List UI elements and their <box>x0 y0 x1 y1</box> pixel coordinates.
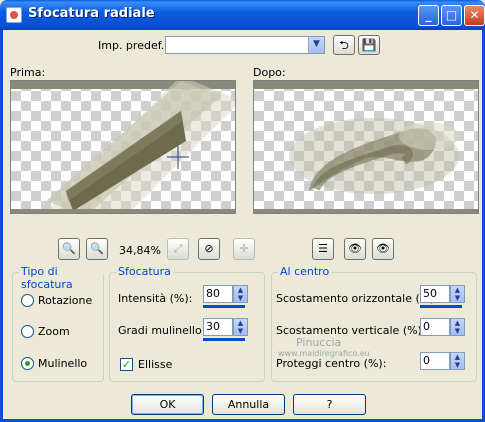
list-icon: ☰ <box>318 242 328 255</box>
maximize-button[interactable]: □ <box>441 5 462 26</box>
magnifier-plus-icon: 🔍 <box>90 242 104 255</box>
intensity-slider[interactable] <box>203 305 245 308</box>
h-offset-spinner[interactable]: 50 ▲ ▼ <box>420 285 465 303</box>
proof-button[interactable]: ☰ <box>312 238 334 260</box>
window-title: Sfocatura radiale <box>28 6 155 21</box>
radio-rotation[interactable] <box>21 294 34 307</box>
after-image <box>289 118 459 194</box>
intensity-input[interactable]: 80 <box>203 285 233 303</box>
radio-rotation-label: Rotazione <box>38 294 93 307</box>
twist-spinner[interactable]: 30 ▲ ▼ <box>203 318 248 336</box>
zoom-level: 34,84% <box>119 244 161 257</box>
before-label: Prima: <box>10 66 46 79</box>
app-icon <box>6 7 22 23</box>
help-button[interactable]: ? <box>293 394 366 415</box>
preset-combo[interactable]: ▼ <box>165 36 325 54</box>
spin-arrows-icon[interactable]: ▲ ▼ <box>450 318 465 336</box>
title-bar: Sfocatura radiale _ □ ✕ <box>0 0 485 30</box>
protect-center-input[interactable]: 0 <box>420 352 450 370</box>
blur-title: Sfocatura <box>116 265 173 278</box>
auto-proof-button[interactable]: 👁 <box>344 238 366 260</box>
eye-icon: 👁 <box>376 242 390 255</box>
spin-arrows-icon[interactable]: ▲ ▼ <box>450 352 465 370</box>
preset-label: Imp. predef.: <box>98 39 168 52</box>
v-offset-spinner[interactable]: 0 ▲ ▼ <box>420 318 465 336</box>
zoom-out-button[interactable]: 🔍 <box>58 238 80 260</box>
twist-input[interactable]: 30 <box>203 318 233 336</box>
radio-zoom-label: Zoom <box>38 325 70 338</box>
spin-arrows-icon[interactable]: ▲ ▼ <box>233 318 248 336</box>
twist-label: Gradi mulinello: <box>118 324 206 337</box>
zoom-in-button[interactable]: 🔍 <box>86 238 108 260</box>
after-preview <box>253 80 479 214</box>
blur-type-title: Tipo di sfocatura <box>19 265 103 291</box>
save-icon: 💾 <box>361 38 377 52</box>
chevron-down-icon[interactable]: ▼ <box>308 37 324 53</box>
save-preset-button[interactable]: 💾 <box>358 35 380 55</box>
protect-center-spinner[interactable]: 0 ▲ ▼ <box>420 352 465 370</box>
minimize-button[interactable]: _ <box>418 5 439 26</box>
v-offset-input[interactable]: 0 <box>420 318 450 336</box>
watermark-name: Pinuccia <box>296 336 342 349</box>
radio-twirl-label: Mulinello <box>38 357 88 370</box>
ellipse-label: Ellisse <box>138 358 173 371</box>
h-offset-input[interactable]: 50 <box>420 285 450 303</box>
eye-lock-icon: 👁 <box>348 242 362 255</box>
protect-center-label: Proteggi centro (%): <box>276 357 387 370</box>
center-title: Al centro <box>278 265 332 278</box>
intensity-label: Intensità (%): <box>118 292 193 305</box>
reset-preset-button[interactable]: ⮌ <box>333 35 355 55</box>
twist-slider[interactable] <box>203 338 245 341</box>
h-offset-label: Scostamento orizzontale (%): <box>276 292 439 305</box>
spin-arrows-icon[interactable]: ▲ ▼ <box>450 285 465 303</box>
close-button[interactable]: ✕ <box>464 5 485 26</box>
radio-twirl[interactable] <box>21 357 34 370</box>
fit-icon: ⤢ <box>173 242 183 255</box>
cancel-button[interactable]: Annulla <box>212 394 285 415</box>
before-image <box>44 81 235 213</box>
actual-size-button[interactable]: ⤢ <box>167 238 189 260</box>
move-button[interactable]: ✛ <box>233 238 255 260</box>
ok-button[interactable]: OK <box>131 394 204 415</box>
magnifier-minus-icon: 🔍 <box>62 242 76 255</box>
intensity-spinner[interactable]: 80 ▲ ▼ <box>203 285 248 303</box>
preview-toggle-button[interactable]: 👁 <box>372 238 394 260</box>
spin-arrows-icon[interactable]: ▲ ▼ <box>233 285 248 303</box>
move-icon: ✛ <box>239 242 249 255</box>
after-label: Dopo: <box>253 66 286 79</box>
radio-zoom[interactable] <box>21 325 34 338</box>
before-preview[interactable] <box>10 80 236 214</box>
watermark: Pinuccia www.maidiregrafico.eu <box>278 336 370 358</box>
navigate-icon: ⊘ <box>204 242 214 255</box>
reset-icon: ⮌ <box>339 38 349 52</box>
ellipse-checkbox[interactable]: ✓ <box>120 358 133 371</box>
navigate-button[interactable]: ⊘ <box>198 238 220 260</box>
h-offset-slider[interactable] <box>420 305 462 308</box>
